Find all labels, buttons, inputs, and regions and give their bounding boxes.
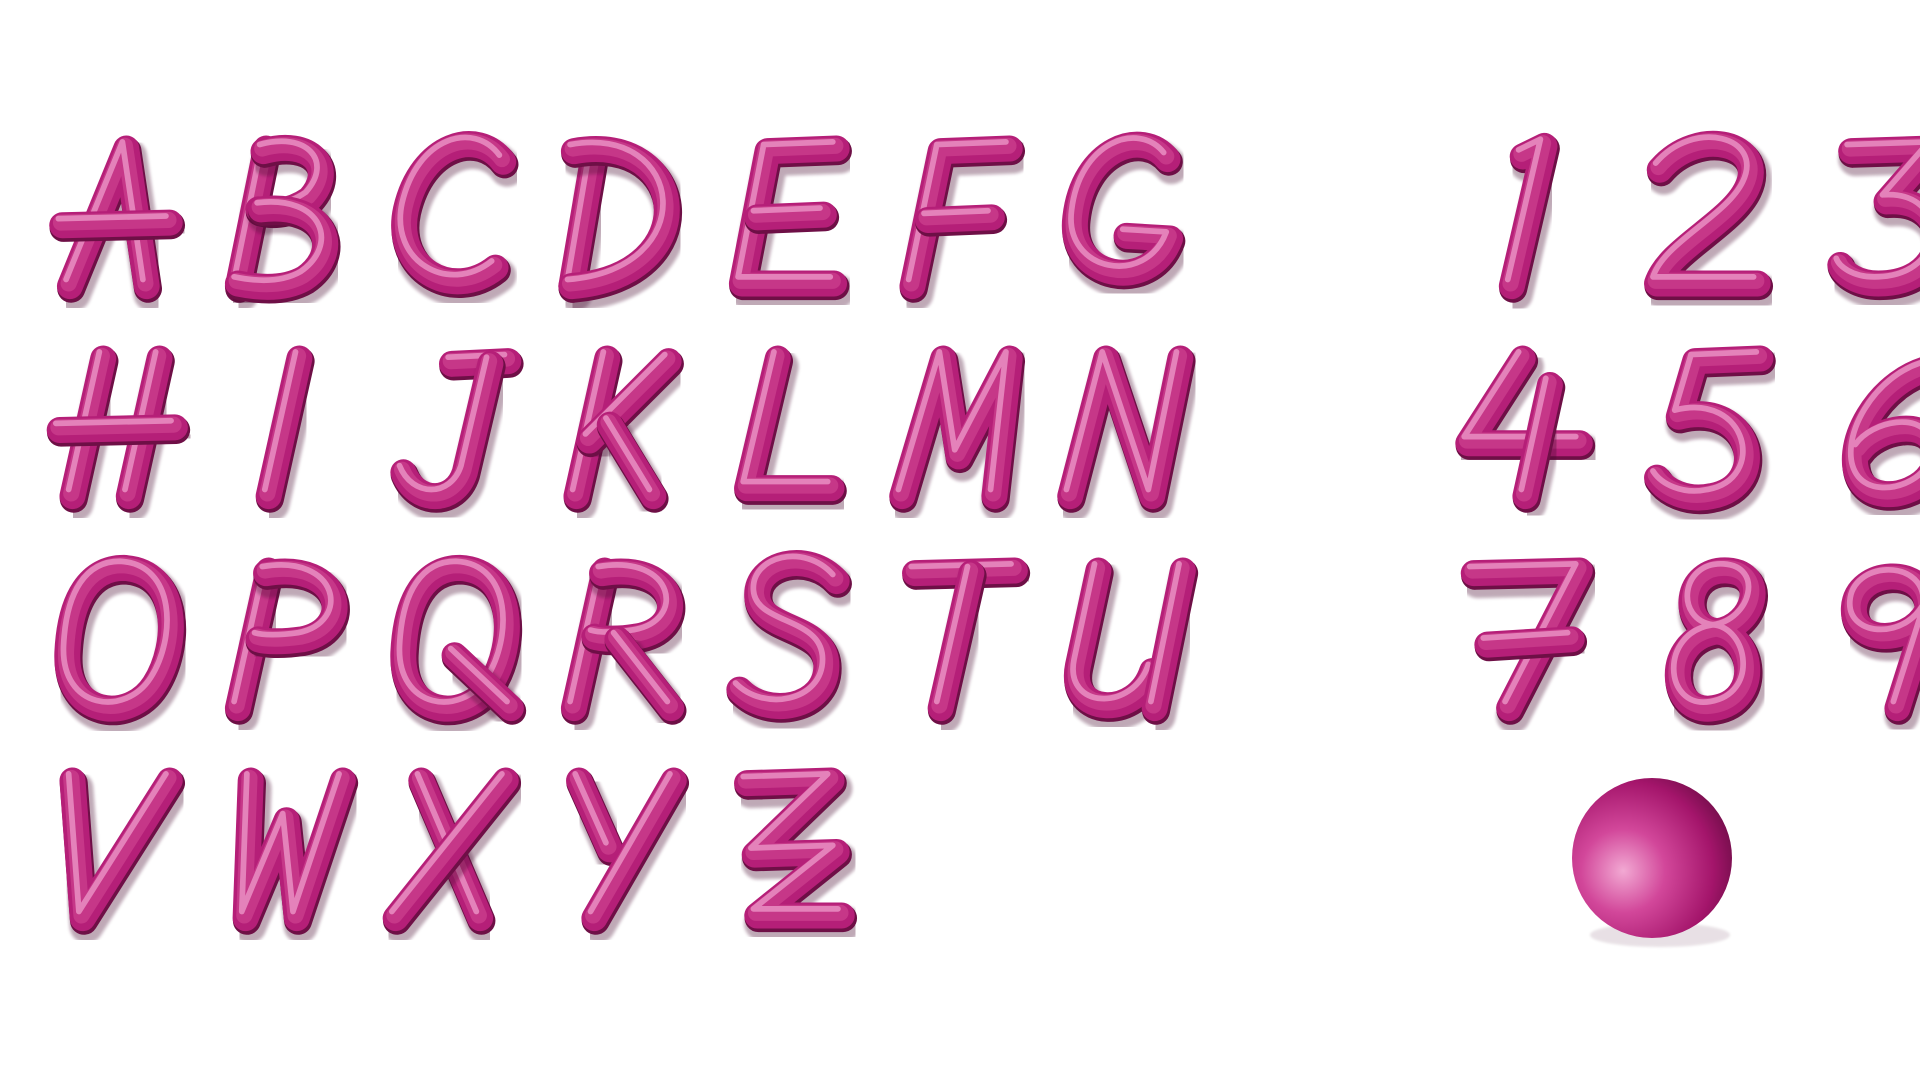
letter-z [743,774,845,924]
digit-8 [1674,564,1757,717]
letter-v [69,774,174,926]
balloon-font-artwork [0,0,1920,1080]
letter-w [242,774,347,926]
digit-9 [1850,570,1920,716]
letter-r [570,564,675,716]
letter-l [743,352,835,496]
letter-q [399,561,514,716]
letter-o [63,561,174,716]
letter-e [738,142,840,292]
digit-5 [1653,352,1765,506]
letter-c [400,137,507,289]
letter-k [573,352,673,504]
letter-m [898,352,1013,504]
letter-g [1071,138,1174,281]
letter-d [568,142,671,294]
digit-2 [1653,137,1762,291]
letter-h [56,352,179,504]
digit-1 [1508,139,1549,294]
digit-6 [1851,360,1920,502]
letter-n [1066,352,1184,504]
letter-s [736,556,841,714]
alphabet-sheet [0,0,1920,1080]
sphere-shape [1572,778,1732,947]
digit-3 [1836,142,1920,292]
letter-j [400,355,513,505]
letter-f [909,142,1014,294]
letter-i [265,352,303,504]
letter-a [58,142,173,294]
letter-x [392,774,510,926]
letter-b [234,141,329,294]
digit-4 [1464,352,1584,504]
letter-y [575,774,677,926]
letter-t [911,564,1019,716]
letter-p [234,564,338,716]
letter-u [1073,564,1187,716]
digit-7 [1470,564,1584,716]
